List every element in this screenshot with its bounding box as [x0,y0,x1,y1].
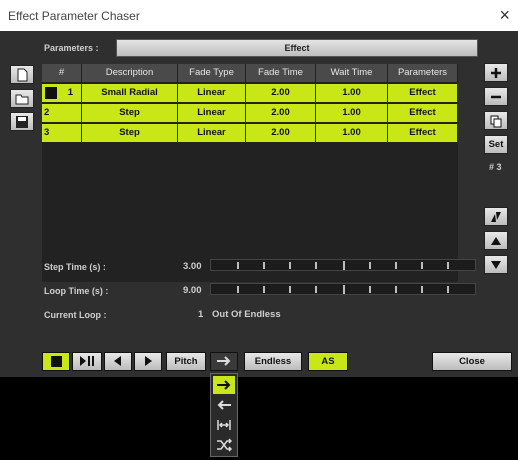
pitch-label: Pitch [174,356,198,367]
row-fade-time: 2.00 [246,124,316,142]
new-file-icon [17,68,28,81]
current-loop-suffix: Out Of Endless [212,309,281,320]
row-wait-time: 1.00 [316,124,388,142]
loop-time-label: Loop Time (s) : [44,286,109,296]
shuffle-icon [217,438,232,452]
close-button[interactable]: Close [432,352,512,371]
current-loop-value: 1 [198,309,204,320]
endless-button[interactable]: Endless [244,352,302,371]
window-title: Effect Parameter Chaser [8,9,140,23]
arrow-up-icon [491,236,501,245]
arrow-right-icon [145,356,152,367]
move-up-button[interactable] [484,231,508,250]
header-fade-time: Fade Time [246,64,316,82]
header-fade-type: Fade Type [178,64,246,82]
minus-icon [491,95,501,98]
chaser-window: Parameters : Effect # Description Fade T… [0,31,518,377]
play-pause-icon [80,356,94,367]
play-mode-dropdown [210,373,238,457]
save-icon [16,115,28,128]
save-button[interactable] [10,112,34,131]
backward-arrow-icon [217,400,231,410]
step-time-label: Step Time (s) : [44,262,106,272]
row-wait-time: 1.00 [316,104,388,122]
header-number: # [42,64,82,82]
row-wait-time: 1.00 [316,84,388,102]
parameters-button[interactable]: Effect [116,39,478,57]
current-loop-label: Current Loop : [44,310,107,320]
row-fade-type: Linear [178,104,246,122]
step-count: # 3 [489,162,502,172]
open-folder-button[interactable] [10,89,34,108]
row-fade-type: Linear [178,124,246,142]
folder-icon [15,94,29,104]
copy-icon [490,115,502,127]
title-bar: Effect Parameter Chaser × [0,0,518,31]
row-description: Step [82,104,178,122]
row-parameters: Effect [388,84,458,102]
add-step-button[interactable] [484,63,508,82]
mode-bounce-item[interactable] [213,416,235,434]
step-time-slider[interactable] [210,259,476,271]
forward-arrow-icon [217,356,231,367]
plus-icon [491,67,501,78]
row-fade-type: Linear [178,84,246,102]
reverse-order-button[interactable] [484,207,508,226]
reverse-arrows-icon [491,211,501,222]
close-icon[interactable]: × [499,5,510,26]
loop-time-slider[interactable] [210,283,476,295]
stop-icon [50,355,62,367]
next-step-button[interactable] [134,352,162,371]
previous-step-button[interactable] [104,352,132,371]
row-parameters: Effect [388,124,458,142]
step-time-value: 3.00 [183,261,202,272]
step-table: # Description Fade Type Fade Time Wait T… [42,64,458,282]
move-down-button[interactable] [484,255,508,274]
as-button[interactable]: AS [308,352,348,371]
row-number: 3 [42,124,82,142]
pitch-button[interactable]: Pitch [166,352,206,371]
remove-step-button[interactable] [484,87,508,106]
mode-forward-item[interactable] [213,376,235,394]
play-mode-button[interactable] [210,352,238,371]
arrow-down-icon [491,260,501,269]
play-pause-button[interactable] [72,352,102,371]
row-number: 1 [42,84,82,102]
row-parameters: Effect [388,104,458,122]
mode-backward-item[interactable] [213,396,235,414]
copy-step-button[interactable] [484,111,508,130]
header-description: Description [82,64,178,82]
header-parameters: Parameters [388,64,458,82]
forward-arrow-icon [217,380,231,390]
row-description: Step [82,124,178,142]
set-button[interactable]: Set [484,135,508,154]
row-description: Small Radial [82,84,178,102]
stop-button[interactable] [42,352,70,371]
stop-marker-icon [45,87,57,99]
new-file-button[interactable] [10,65,34,84]
row-fade-time: 2.00 [246,84,316,102]
arrow-left-icon [114,356,121,367]
mode-random-item[interactable] [213,436,235,454]
parameters-label: Parameters : [44,43,99,53]
header-wait-time: Wait Time [316,64,388,82]
bounce-icon [217,420,231,430]
loop-time-value: 9.00 [183,285,202,296]
row-fade-time: 2.00 [246,104,316,122]
row-number: 2 [42,104,82,122]
